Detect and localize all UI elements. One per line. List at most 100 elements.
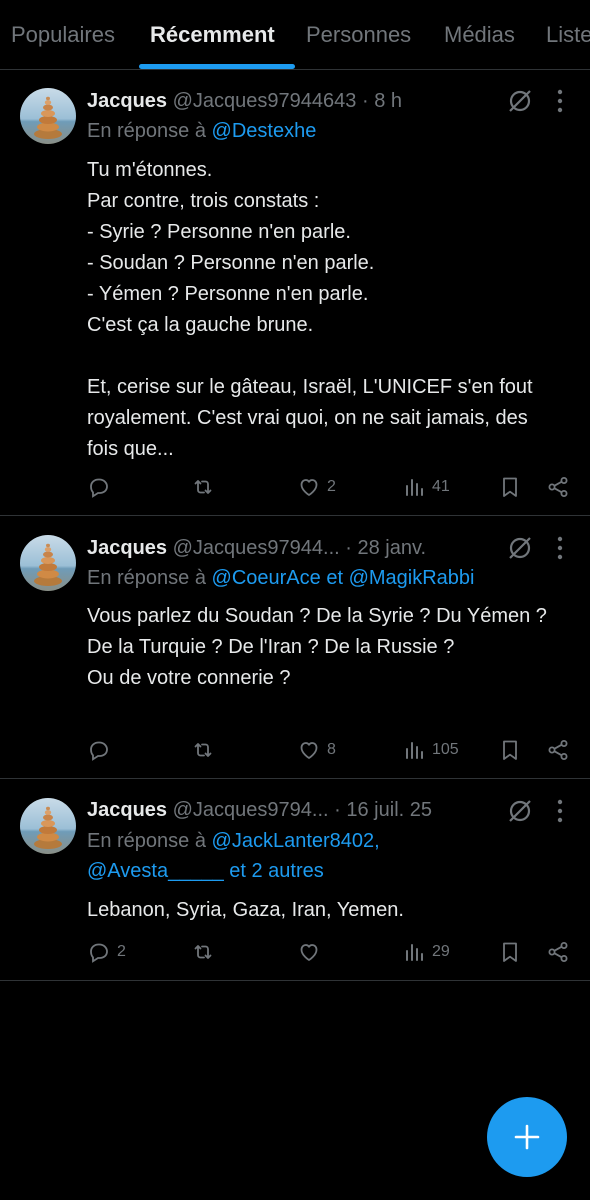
like-count: 2 <box>327 478 336 495</box>
share-icon <box>548 942 568 962</box>
views-button[interactable]: 105 <box>402 735 459 765</box>
tab-populaires[interactable]: Populaires <box>11 22 115 48</box>
views-count: 105 <box>432 741 459 758</box>
repost-button[interactable] <box>191 472 221 502</box>
tweet-3[interactable]: Jacques @Jacques9794... · 16 juil. 25 En… <box>0 780 590 981</box>
bookmark-icon <box>503 942 517 962</box>
author-name[interactable]: Jacques <box>87 90 167 112</box>
tweet-header: Jacques @Jacques97944... · 28 janv. <box>87 535 426 561</box>
author-handle[interactable]: @Jacques9794... <box>173 799 329 821</box>
share-button[interactable] <box>546 937 570 967</box>
reply-mentions[interactable]: @CoeurAce et @MagikRabbi <box>212 567 475 589</box>
tweet-line: - Soudan ? Personne n'en parle. <box>87 252 375 274</box>
share-icon <box>548 740 568 760</box>
author-name[interactable]: Jacques <box>87 799 167 821</box>
repost-icon <box>194 480 212 494</box>
grok-icon[interactable] <box>505 86 535 116</box>
avatar[interactable] <box>20 88 76 144</box>
search-tabs: Populaires Récemment Personnes Médias Li… <box>0 0 590 70</box>
heart-icon <box>300 742 318 759</box>
like-count: 8 <box>327 741 336 758</box>
reply-context: En réponse à @Destexhe <box>87 116 567 146</box>
tweet-line: Lebanon, Syria, Gaza, Iran, Yemen. <box>87 899 404 921</box>
author-name[interactable]: Jacques <box>87 537 167 559</box>
author-handle[interactable]: @Jacques97944... <box>173 537 340 559</box>
tweet-header: Jacques @Jacques97944643 · 8 h <box>87 88 402 114</box>
tweet-actions: 2 29 <box>0 937 590 967</box>
more-icon[interactable] <box>552 535 568 561</box>
reply-button[interactable]: 2 <box>87 937 126 967</box>
tab-medias[interactable]: Médias <box>444 22 515 48</box>
tweet-line: - Yémen ? Personne n'en parle. <box>87 283 369 305</box>
tweet-text: Tu m'étonnes. Par contre, trois constats… <box>87 155 562 465</box>
tweet-line: Par contre, trois constats : <box>87 190 320 212</box>
tweet-actions: 8 105 <box>0 735 590 765</box>
tweet-line <box>87 341 562 372</box>
bookmark-button[interactable] <box>498 735 522 765</box>
tweet-text: Vous parlez du Soudan ? De la Syrie ? Du… <box>87 601 562 694</box>
reply-icon <box>90 478 108 498</box>
repost-icon <box>194 743 212 757</box>
more-icon[interactable] <box>552 88 568 114</box>
tab-personnes[interactable]: Personnes <box>306 22 411 48</box>
bookmark-icon <box>503 477 517 497</box>
reply-prefix: En réponse à <box>87 830 212 852</box>
meta-separator: · <box>356 90 375 112</box>
avatar[interactable] <box>20 798 76 854</box>
reply-button[interactable] <box>87 735 117 765</box>
views-button[interactable]: 29 <box>402 937 450 967</box>
tweet-line: Tu m'étonnes. <box>87 159 213 181</box>
views-count: 41 <box>432 478 450 495</box>
bookmark-button[interactable] <box>498 472 522 502</box>
heart-icon <box>300 944 318 961</box>
share-button[interactable] <box>546 472 570 502</box>
meta-separator: · <box>339 537 358 559</box>
like-button[interactable]: 8 <box>297 735 336 765</box>
tab-recemment[interactable]: Récemment <box>150 22 275 48</box>
tweet-2[interactable]: Jacques @Jacques97944... · 28 janv. En r… <box>0 517 590 779</box>
repost-button[interactable] <box>191 937 221 967</box>
timestamp[interactable]: 16 juil. 25 <box>346 799 432 821</box>
active-tab-indicator <box>139 64 295 69</box>
heart-icon <box>300 479 318 496</box>
tab-listes[interactable]: Listes <box>546 22 590 48</box>
views-button[interactable]: 41 <box>402 472 450 502</box>
tweet-line: Vous parlez du Soudan ? De la Syrie ? Du… <box>87 605 547 658</box>
views-icon <box>406 944 423 961</box>
grok-icon[interactable] <box>505 796 535 826</box>
reply-context: En réponse à @JackLanter8402, @Avesta___… <box>87 826 447 886</box>
timestamp[interactable]: 28 janv. <box>358 537 427 559</box>
share-icon <box>548 477 568 497</box>
avatar[interactable] <box>20 535 76 591</box>
views-icon <box>406 742 423 759</box>
tweet-1[interactable]: Jacques @Jacques97944643 · 8 h En répons… <box>0 70 590 516</box>
views-count: 29 <box>432 943 450 960</box>
tweet-line: - Syrie ? Personne n'en parle. <box>87 221 351 243</box>
reply-prefix: En réponse à <box>87 567 212 589</box>
views-icon <box>406 479 423 496</box>
like-button[interactable]: 2 <box>297 472 336 502</box>
reply-icon <box>90 741 108 761</box>
share-button[interactable] <box>546 735 570 765</box>
meta-separator: · <box>328 799 347 821</box>
timestamp[interactable]: 8 h <box>374 90 402 112</box>
reply-button[interactable] <box>87 472 117 502</box>
reply-count: 2 <box>117 943 126 960</box>
author-handle[interactable]: @Jacques97944643 <box>173 90 357 112</box>
tweet-header: Jacques @Jacques9794... · 16 juil. 25 <box>87 797 432 823</box>
reply-mentions[interactable]: @Destexhe <box>212 120 317 142</box>
bookmark-icon <box>503 740 517 760</box>
reply-prefix: En réponse à <box>87 120 212 142</box>
grok-icon[interactable] <box>505 533 535 563</box>
reply-icon <box>90 943 108 963</box>
tweet-line: C'est ça la gauche brune. <box>87 314 314 336</box>
like-button[interactable] <box>297 937 327 967</box>
compose-button[interactable] <box>487 1097 567 1177</box>
bookmark-button[interactable] <box>498 937 522 967</box>
tweet-line: Ou de votre connerie ? <box>87 667 291 689</box>
repost-icon <box>194 945 212 959</box>
reply-context: En réponse à @CoeurAce et @MagikRabbi <box>87 563 567 593</box>
more-icon[interactable] <box>552 798 568 824</box>
tweet-line: Et, cerise sur le gâteau, Israël, L'UNIC… <box>87 376 533 460</box>
repost-button[interactable] <box>191 735 221 765</box>
